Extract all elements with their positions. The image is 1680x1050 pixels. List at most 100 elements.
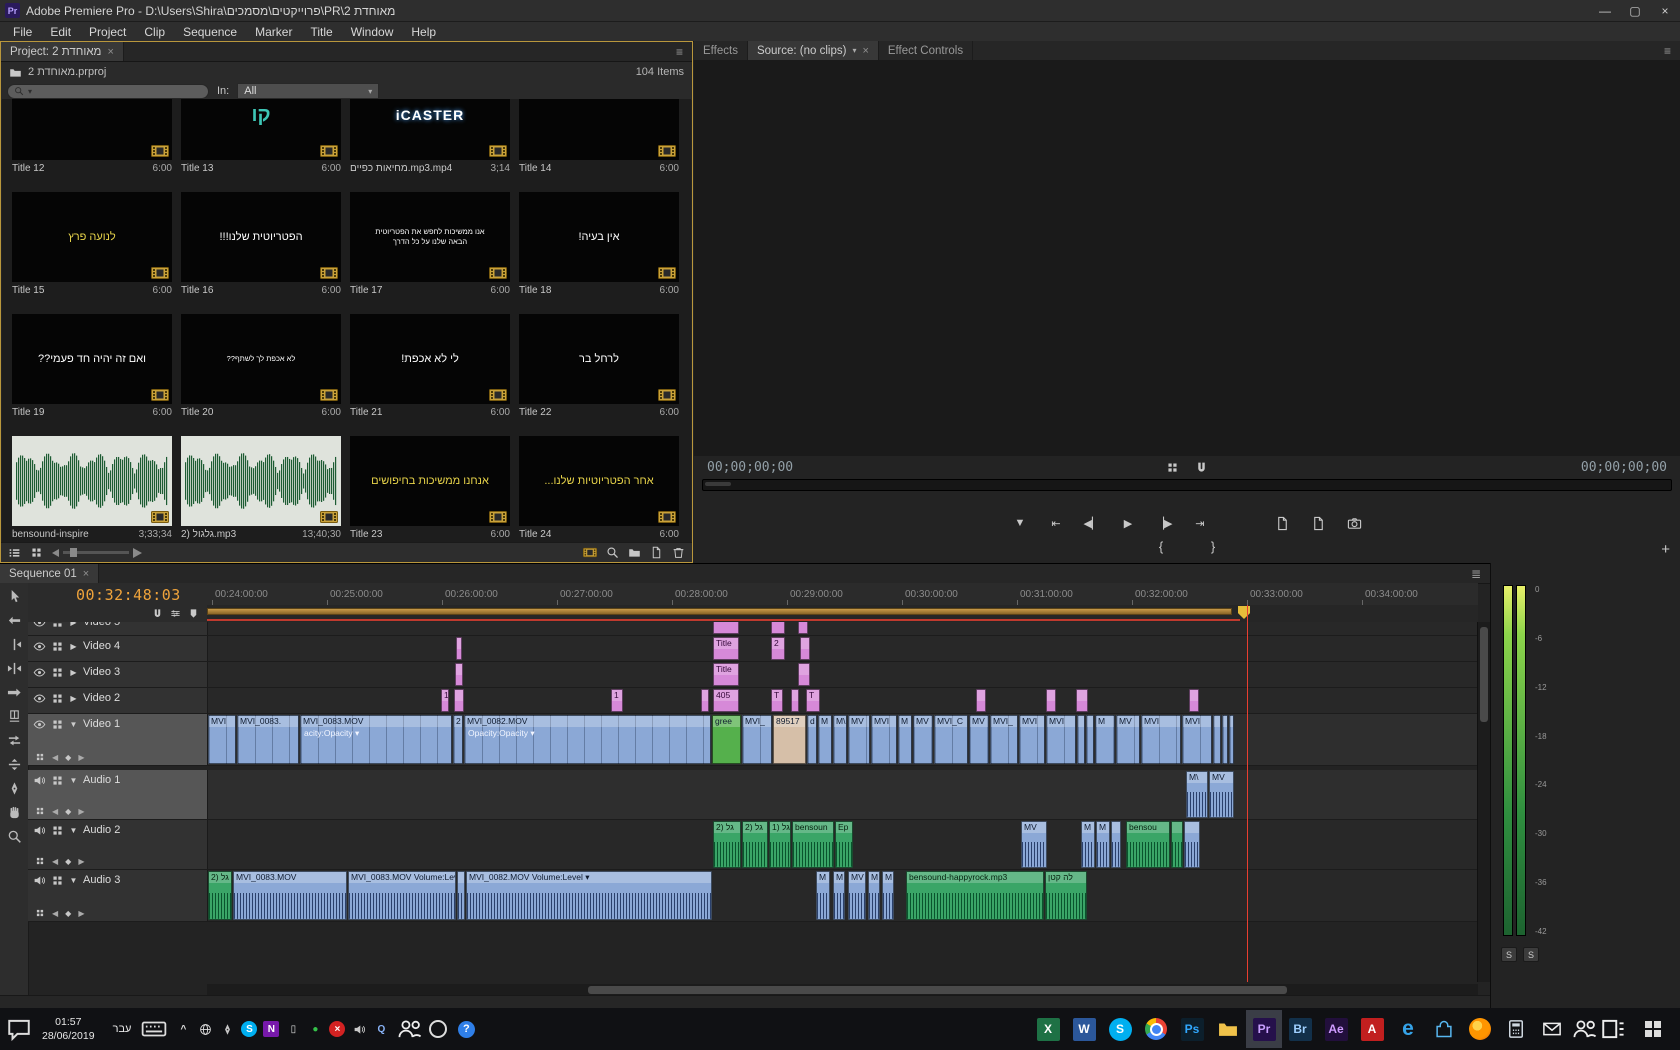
collapse-track-icon[interactable]: ▼ <box>69 826 78 835</box>
clip[interactable]: MVI_C <box>934 715 968 764</box>
people-icon[interactable] <box>397 1012 423 1046</box>
volume-tray-icon[interactable] <box>351 1021 367 1037</box>
next-keyframe-icon[interactable]: ▶ <box>78 909 84 918</box>
rolling-edit-tool[interactable] <box>6 661 23 676</box>
track-lane-audio-3[interactable]: 2) גלMVI_0083.MOVMVI_0083.MOV Volume:Lev… <box>208 870 1478 921</box>
clip[interactable] <box>1111 821 1121 868</box>
clip[interactable]: MV <box>1116 715 1140 764</box>
clip[interactable]: bensound-happyrock.mp3 <box>906 871 1044 920</box>
clip[interactable]: Title <box>713 663 739 686</box>
pen-tray-icon[interactable] <box>219 1021 235 1037</box>
project-item[interactable]: לנועה פרץTitle 156:00 <box>12 192 172 296</box>
clip[interactable] <box>1086 715 1094 764</box>
clip[interactable]: 1 <box>441 689 449 712</box>
clip[interactable]: T <box>806 689 820 712</box>
pen-tool[interactable] <box>6 781 23 796</box>
panel-menu-icon[interactable]: ≣ <box>1462 564 1490 583</box>
close-icon[interactable]: × <box>107 46 113 58</box>
work-area-row[interactable] <box>207 605 1478 622</box>
collapse-track-icon[interactable]: ▼ <box>69 876 78 885</box>
clip[interactable]: MV <box>848 871 866 920</box>
excel-icon[interactable]: X <box>1030 1010 1066 1048</box>
onenote-tray-icon[interactable]: N <box>263 1021 279 1037</box>
clip[interactable] <box>1189 689 1199 712</box>
clip[interactable]: M <box>898 715 912 764</box>
solo-left-button[interactable]: S <box>1501 947 1517 962</box>
tab-project[interactable]: Project: 2 מאוחדת × <box>1 42 124 61</box>
project-item[interactable]: ואם זה יהיה חד פעמי??Title 196:00 <box>12 314 172 418</box>
scrubber-handle[interactable] <box>705 482 731 486</box>
icon-view-button[interactable] <box>30 546 43 559</box>
people-bar-icon[interactable] <box>1572 1012 1598 1046</box>
clip-effect-badge[interactable]: acity:Opacity ▾ <box>301 727 451 740</box>
clip[interactable]: 1 <box>611 689 623 712</box>
clip[interactable]: 2) גל <box>742 821 768 868</box>
cortana-icon[interactable] <box>425 1012 451 1046</box>
track-header-audio-1[interactable]: ▼Audio 1◀◆▶ <box>28 770 208 819</box>
chrome-icon[interactable] <box>1138 1010 1174 1048</box>
project-item[interactable]: bensound-inspire3;33;34 <box>12 436 172 540</box>
new-bin-button[interactable] <box>628 546 641 559</box>
clip[interactable]: M <box>833 871 845 920</box>
list-view-button[interactable] <box>8 546 21 559</box>
usb-tray-icon[interactable]: ▯ <box>285 1021 301 1037</box>
track-select-tool[interactable] <box>6 613 23 628</box>
track-lane-audio-1[interactable]: M\MV <box>208 770 1478 819</box>
clip[interactable]: gree <box>712 715 741 764</box>
word-icon[interactable]: W <box>1066 1010 1102 1048</box>
play-button[interactable]: ▶ <box>1116 513 1140 533</box>
zoom-tool[interactable] <box>6 829 23 844</box>
menu-project[interactable]: Project <box>80 24 135 40</box>
clip[interactable]: MVI <box>1019 715 1045 764</box>
project-item[interactable]: אין בעיה!Title 186:00 <box>519 192 679 296</box>
menu-help[interactable]: Help <box>402 24 445 40</box>
go-to-out-button[interactable]: ⇥ <box>1188 513 1212 533</box>
project-item[interactable]: הפטריוטית שלנו!!!Title 166:00 <box>181 192 341 296</box>
clip[interactable] <box>1076 689 1088 712</box>
clip-effect-badge[interactable]: Opacity:Opacity ▾ <box>465 727 710 740</box>
panel-menu-icon[interactable]: ≡ <box>1655 41 1680 60</box>
track-header-audio-2[interactable]: ▼Audio 2◀◆▶ <box>28 820 208 869</box>
prev-keyframe-icon[interactable]: ◀ <box>52 753 58 762</box>
language-indicator[interactable]: עבר <box>105 1023 140 1035</box>
clip[interactable]: MV <box>848 715 870 764</box>
clip[interactable]: MVI <box>871 715 897 764</box>
next-keyframe-icon[interactable]: ▶ <box>78 857 84 866</box>
ripple-edit-tool[interactable] <box>6 637 23 652</box>
clip[interactable] <box>800 637 810 660</box>
track-lane-video-2[interactable]: 11405TT <box>208 688 1478 713</box>
marker-menu-icon[interactable] <box>188 608 199 619</box>
chevron-down-icon[interactable]: ▾ <box>852 46 856 55</box>
start-button[interactable] <box>1632 1008 1674 1050</box>
clip[interactable]: 89517 <box>773 715 806 764</box>
scrollbar-thumb[interactable] <box>588 986 1287 994</box>
skype-tray-icon[interactable]: S <box>241 1021 257 1037</box>
skype-icon[interactable]: S <box>1102 1010 1138 1048</box>
add-keyframe-icon[interactable]: ◆ <box>65 807 71 816</box>
track-header-video-5[interactable]: ▶Video 5 <box>28 622 208 635</box>
photoshop-icon[interactable]: Ps <box>1174 1010 1210 1048</box>
work-area-bar[interactable] <box>207 608 1232 615</box>
after-effects-icon[interactable]: Ae <box>1318 1010 1354 1048</box>
expand-track-icon[interactable]: ▶ <box>69 694 78 703</box>
filter-dropdown[interactable]: All ▾ <box>237 83 379 99</box>
edge-icon[interactable]: e <box>1390 1010 1426 1048</box>
selection-tool[interactable] <box>6 589 23 604</box>
menu-edit[interactable]: Edit <box>41 24 80 40</box>
minimize-button[interactable]: — <box>1590 0 1620 21</box>
track-header-video-1[interactable]: ▼Video 1◀◆▶ <box>28 714 208 765</box>
quick-assist-tray-icon[interactable]: Q <box>373 1021 389 1037</box>
zoom-knob[interactable] <box>70 548 77 557</box>
clip[interactable]: M <box>868 871 880 920</box>
clip[interactable] <box>1222 715 1228 764</box>
clip[interactable]: MVI_0082.MOVOpacity:Opacity ▾ <box>464 715 711 764</box>
zoom-out-icon[interactable] <box>52 549 59 557</box>
menu-sequence[interactable]: Sequence <box>174 24 246 40</box>
calculator-icon[interactable] <box>1498 1010 1534 1048</box>
clip[interactable] <box>454 689 464 712</box>
clip[interactable]: MVI <box>1182 715 1212 764</box>
clip[interactable]: M\ <box>1186 771 1208 818</box>
task-view-icon[interactable] <box>1600 1012 1626 1046</box>
project-item[interactable]: 2) גלגול.mp313;40;30 <box>181 436 341 540</box>
automate-to-sequence-button[interactable] <box>583 547 597 558</box>
